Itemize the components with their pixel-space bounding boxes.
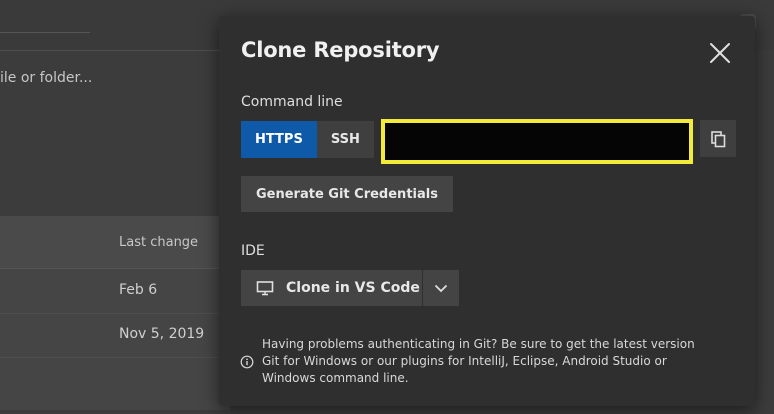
chevron-down-icon: [434, 284, 448, 292]
command-line-label: Command line: [241, 94, 343, 110]
background-file-table: Last change Feb 6 Nov 5, 2019: [0, 216, 230, 410]
protocol-toggle: HTTPS SSH: [241, 121, 374, 158]
background-hint-text: ile or folder...: [0, 70, 93, 86]
table-row: Feb 6: [0, 269, 230, 314]
ssh-button[interactable]: SSH: [316, 121, 374, 158]
table-row: Nov 5, 2019: [0, 313, 230, 358]
https-button[interactable]: HTTPS: [241, 121, 317, 158]
table-cell-last-change: Feb 6: [119, 282, 158, 298]
clone-in-vs-code-label: Clone in VS Code: [286, 280, 420, 296]
close-icon: [710, 43, 730, 63]
clone-url-field: [381, 119, 693, 164]
monitor-icon: [256, 280, 274, 296]
column-header-last-change: Last change: [119, 235, 199, 250]
clone-repository-dialog: Clone Repository Command line HTTPS SSH …: [219, 16, 755, 406]
copy-icon: [711, 130, 726, 147]
background-search-field: [0, 12, 90, 33]
background-divider: [0, 50, 230, 51]
ide-dropdown-button[interactable]: [423, 270, 459, 306]
clone-url-input[interactable]: [385, 123, 689, 160]
dialog-title: Clone Repository: [241, 38, 440, 62]
git-help-text: Having problems authenticating in Git? B…: [262, 337, 695, 385]
copy-url-button[interactable]: [700, 120, 736, 157]
info-icon: [240, 355, 254, 369]
clone-in-vs-code-button[interactable]: Clone in VS Code: [241, 270, 422, 306]
generate-git-credentials-button[interactable]: Generate Git Credentials: [241, 176, 453, 212]
table-header: Last change: [0, 216, 230, 269]
close-button[interactable]: [707, 40, 733, 66]
table-cell-last-change: Nov 5, 2019: [119, 326, 205, 342]
ide-label: IDE: [241, 243, 265, 259]
